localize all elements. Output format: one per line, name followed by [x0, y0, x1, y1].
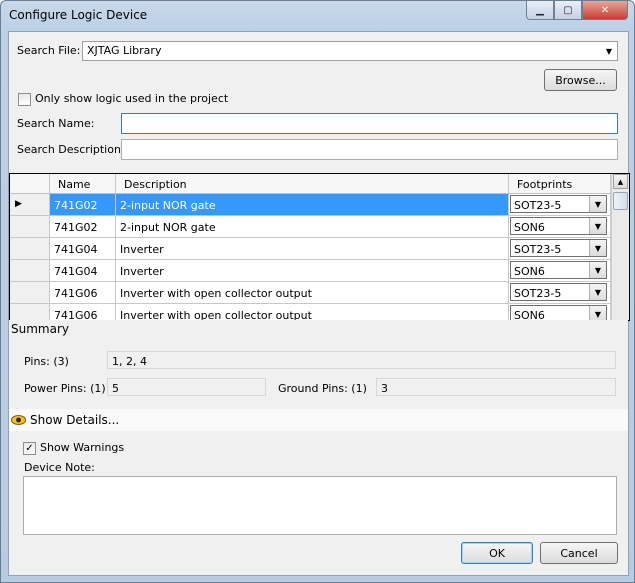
show-details-label: Show Details...: [30, 413, 120, 427]
table-row[interactable]: ▶ 741G02 2-input NOR gate SOT23-5 ▼: [10, 194, 612, 216]
minimize-icon[interactable]: ▁: [526, 1, 554, 20]
dialog-window: Configure Logic Device ▁ ▢ ✕ Search File…: [0, 0, 635, 583]
power-pins-value: 5: [107, 378, 266, 396]
chevron-down-icon: ▼: [589, 218, 606, 234]
chevron-down-icon: ▼: [589, 196, 606, 212]
footprint-value: SOT23-5: [514, 243, 562, 256]
cell-footprint: SOT23-5 ▼: [509, 282, 611, 304]
footprint-dropdown[interactable]: SON6 ▼: [510, 305, 607, 320]
footprint-dropdown[interactable]: SOT23-5 ▼: [510, 283, 607, 301]
footprint-dropdown[interactable]: SOT23-5 ▼: [510, 195, 607, 213]
ok-button[interactable]: OK: [461, 542, 533, 564]
cell-name[interactable]: 741G04: [50, 238, 116, 260]
maximize-icon[interactable]: ▢: [554, 1, 582, 20]
grid-header: Name Description Footprints: [10, 174, 629, 194]
browse-button[interactable]: Browse...: [544, 69, 617, 91]
column-header-footprints[interactable]: Footprints: [509, 174, 611, 193]
row-header-corner: [10, 174, 50, 193]
only-show-logic-label: Only show logic used in the project: [35, 92, 229, 105]
show-warnings-label: Show Warnings: [40, 441, 125, 454]
search-name-label: Search Name:: [17, 117, 95, 130]
eye-icon: [11, 415, 26, 425]
chevron-down-icon: ▼: [605, 46, 613, 56]
cell-footprint: SON6 ▼: [509, 216, 611, 238]
row-header[interactable]: [10, 238, 50, 260]
table-row[interactable]: 741G02 2-input NOR gate SON6 ▼: [10, 216, 612, 238]
show-details-bar[interactable]: Show Details...: [9, 409, 628, 431]
search-name-input[interactable]: [121, 113, 618, 134]
window-controls: ▁ ▢ ✕: [526, 1, 628, 21]
window-title: Configure Logic Device: [9, 8, 148, 22]
table-row[interactable]: 741G06 Inverter with open collector outpu…: [10, 304, 612, 320]
show-warnings-checkbox[interactable]: ✓: [23, 442, 36, 455]
cell-description[interactable]: Inverter with open collector output: [116, 304, 509, 320]
search-file-value: XJTAG Library: [87, 44, 162, 57]
table-row[interactable]: 741G04 Inverter SOT23-5 ▼: [10, 238, 612, 260]
chevron-down-icon: ▼: [589, 262, 606, 278]
chevron-down-icon: ▼: [589, 306, 606, 320]
search-file-dropdown[interactable]: XJTAG Library ▼: [82, 41, 618, 61]
cell-description[interactable]: Inverter with open collector output: [116, 282, 509, 304]
column-header-description[interactable]: Description: [116, 174, 509, 193]
summary-section: Summary Pins: (3) 1, 2, 4 Power Pins: (1…: [9, 320, 628, 410]
logic-device-grid: Name Description Footprints ▶ 741G02 2-inp…: [9, 173, 630, 321]
device-note-textarea[interactable]: [23, 476, 617, 535]
row-header[interactable]: [10, 282, 50, 304]
cell-description[interactable]: 2-input NOR gate: [116, 216, 509, 238]
device-note-label: Device Note:: [24, 461, 95, 474]
row-header[interactable]: [10, 216, 50, 238]
scroll-up-icon[interactable]: ▲: [613, 174, 628, 189]
cell-description[interactable]: Inverter: [116, 238, 509, 260]
footprint-dropdown[interactable]: SON6 ▼: [510, 217, 607, 235]
cell-footprint: SON6 ▼: [509, 260, 611, 282]
power-pins-label: Power Pins: (1): [24, 382, 106, 395]
search-file-label: Search File:: [17, 44, 81, 57]
cell-name[interactable]: 741G02: [50, 194, 116, 216]
ground-pins-label: Ground Pins: (1): [278, 382, 367, 395]
search-description-label: Search Description:: [17, 143, 125, 156]
title-bar[interactable]: Configure Logic Device ▁ ▢ ✕: [1, 1, 634, 31]
cell-description[interactable]: Inverter: [116, 260, 509, 282]
chevron-down-icon: ▼: [589, 240, 606, 256]
row-pointer-icon: ▶: [15, 199, 22, 209]
cancel-button[interactable]: Cancel: [540, 542, 618, 564]
close-icon[interactable]: ✕: [582, 1, 628, 20]
cell-name[interactable]: 741G06: [50, 282, 116, 304]
footprint-dropdown[interactable]: SOT23-5 ▼: [510, 239, 607, 257]
cell-footprint: SON6 ▼: [509, 304, 611, 320]
only-show-logic-checkbox[interactable]: [18, 93, 31, 106]
chevron-down-icon: ▼: [589, 284, 606, 300]
footprint-dropdown[interactable]: SON6 ▼: [510, 261, 607, 279]
row-header[interactable]: [10, 304, 50, 320]
cell-name[interactable]: 741G06: [50, 304, 116, 320]
footprint-value: SON6: [514, 221, 545, 234]
pins-label: Pins: (3): [24, 355, 69, 368]
cell-description[interactable]: 2-input NOR gate: [116, 194, 509, 216]
dialog-client-area: Search File: XJTAG Library ▼ Browse... O…: [8, 31, 630, 576]
summary-title: Summary: [11, 322, 69, 336]
search-description-input[interactable]: [121, 139, 618, 160]
row-header[interactable]: [10, 260, 50, 282]
grid-scrollbar[interactable]: ▲: [611, 174, 629, 320]
table-row[interactable]: 741G06 Inverter with open collector outpu…: [10, 282, 612, 304]
cell-name[interactable]: 741G02: [50, 216, 116, 238]
table-row[interactable]: 741G04 Inverter SON6 ▼: [10, 260, 612, 282]
footprint-value: SOT23-5: [514, 199, 562, 212]
cell-footprint: SOT23-5 ▼: [509, 238, 611, 260]
footprint-value: SOT23-5: [514, 287, 562, 300]
scroll-thumb[interactable]: [613, 192, 628, 210]
ground-pins-value: 3: [376, 378, 616, 396]
footprint-value: SON6: [514, 265, 545, 278]
cell-footprint: SOT23-5 ▼: [509, 194, 611, 216]
row-header[interactable]: ▶: [10, 194, 50, 216]
pins-value: 1, 2, 4: [107, 351, 616, 369]
column-header-name[interactable]: Name: [50, 174, 116, 193]
cell-name[interactable]: 741G04: [50, 260, 116, 282]
